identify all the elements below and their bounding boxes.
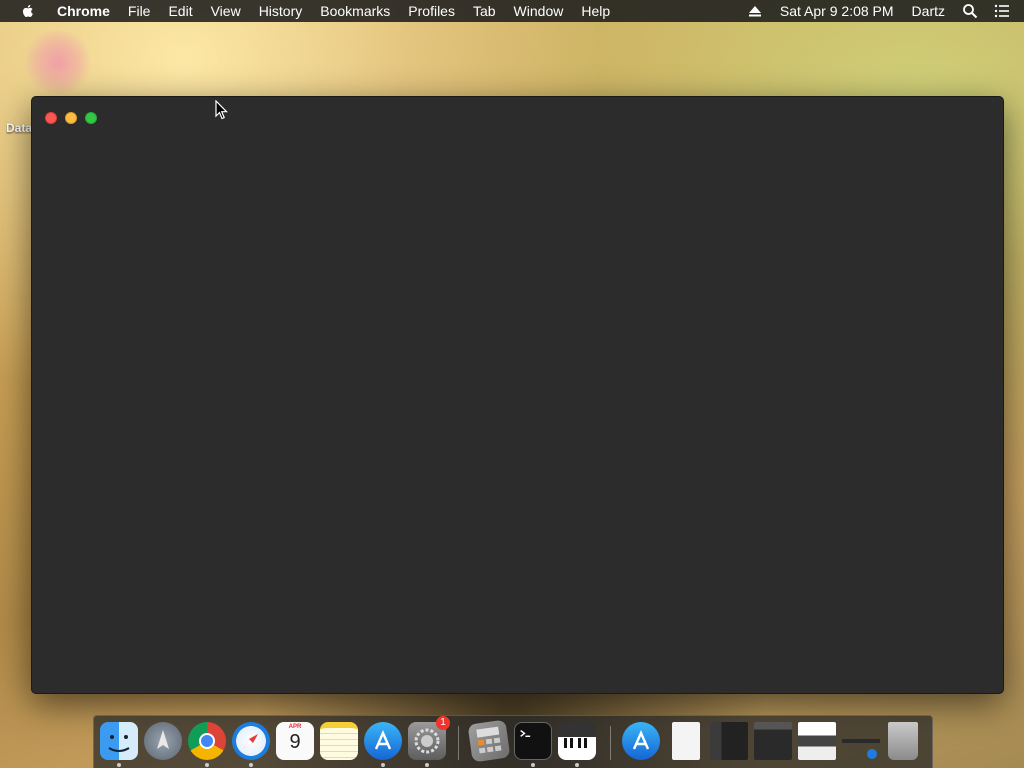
menu-help[interactable]: Help [572,0,619,22]
menu-tab[interactable]: Tab [464,0,505,22]
safari-icon[interactable] [232,722,270,760]
dock-separator [610,726,611,760]
notification-badge: 1 [436,716,450,730]
calendar-day: 9 [289,731,301,753]
document-icon[interactable] [672,722,700,760]
running-indicator [575,763,579,767]
menu-profiles[interactable]: Profiles [399,0,464,22]
chrome-window [31,96,1004,694]
running-indicator [249,763,253,767]
window-minimize-button[interactable] [65,112,77,124]
clock[interactable]: Sat Apr 9 2:08 PM [771,0,903,22]
dock: APR 9 1 [93,715,933,768]
window-thumbnail-icon[interactable] [754,722,792,760]
window-close-button[interactable] [45,112,57,124]
calculator-icon[interactable] [467,719,511,763]
menu-history[interactable]: History [250,0,312,22]
menu-edit[interactable]: Edit [159,0,201,22]
mouse-cursor-icon [215,100,228,120]
menu-bookmarks[interactable]: Bookmarks [311,0,399,22]
downloads-folder-icon[interactable] [622,722,660,760]
chrome-icon[interactable] [188,722,226,760]
menu-bar-status-area: Sat Apr 9 2:08 PM Dartz [739,0,1024,22]
finder-icon[interactable] [100,722,138,760]
menu-window[interactable]: Window [505,0,573,22]
apple-icon[interactable] [20,3,36,19]
app-store-icon[interactable] [364,722,402,760]
notes-icon[interactable] [320,722,358,760]
piano-icon[interactable] [558,722,596,760]
spotlight-search-icon[interactable] [962,3,978,19]
window-zoom-button[interactable] [85,112,97,124]
menu-view[interactable]: View [202,0,250,22]
window-thumbnail-icon[interactable] [710,722,748,760]
calendar-icon[interactable]: APR 9 [276,722,314,760]
desktop-item-label[interactable]: Data [6,121,32,135]
window-thumbnail-icon[interactable] [842,722,880,760]
user-menu[interactable]: Dartz [903,0,954,22]
running-indicator [205,763,209,767]
running-indicator [117,763,121,767]
terminal-icon[interactable] [514,722,552,760]
notification-center-icon[interactable] [994,3,1010,19]
system-preferences-icon[interactable]: 1 [408,716,450,760]
window-thumbnail-icon[interactable] [798,722,836,760]
calendar-month: APR [288,724,302,730]
trash-icon[interactable] [888,722,918,760]
running-indicator [381,763,385,767]
menu-file[interactable]: File [119,0,160,22]
desktop-flower-icon[interactable] [22,30,94,94]
menu-app-chrome[interactable]: Chrome [48,0,119,22]
running-indicator [425,763,429,767]
launchpad-icon[interactable] [144,722,182,760]
running-indicator [531,763,535,767]
dock-separator [458,726,459,760]
menu-bar: Chrome File Edit View History Bookmarks … [0,0,1024,22]
eject-icon[interactable] [747,3,763,19]
